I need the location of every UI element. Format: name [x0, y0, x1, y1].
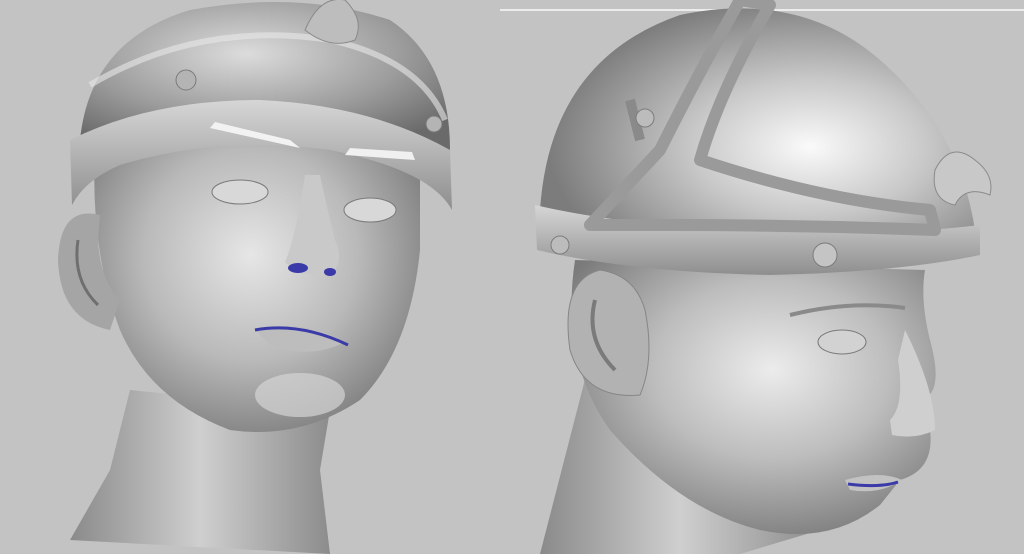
right-rivet — [812, 242, 838, 268]
left-rivet — [425, 115, 443, 133]
right-rivet — [550, 235, 570, 255]
right-head-render — [535, 0, 992, 554]
right-eye — [343, 197, 397, 223]
left-eye — [211, 179, 269, 205]
left-rivet — [175, 69, 197, 91]
render-viewport — [0, 0, 1024, 554]
right-profile-eye — [817, 329, 867, 355]
render-canvas — [58, 0, 1024, 554]
right-rivet — [635, 108, 655, 128]
left-head-render — [58, 0, 452, 554]
